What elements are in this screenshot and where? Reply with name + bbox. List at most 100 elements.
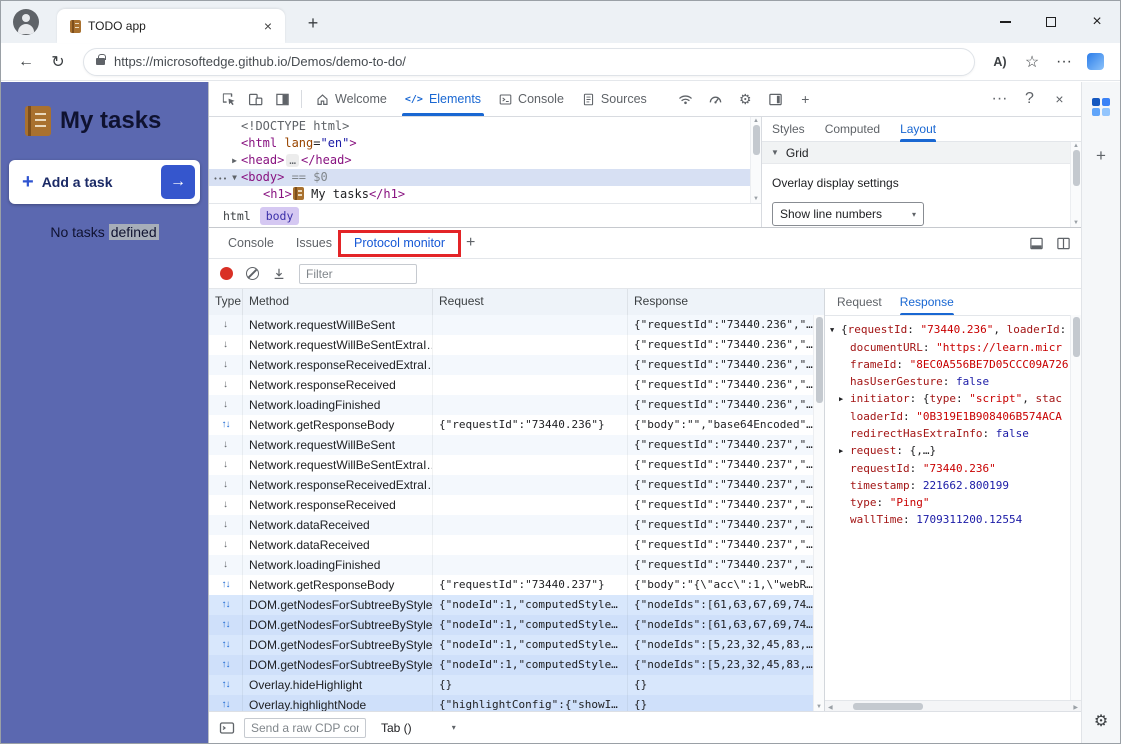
dom-tree-scrollbar[interactable]: ▲ ▼ bbox=[750, 117, 761, 203]
tab-elements[interactable]: </> Elements bbox=[396, 82, 490, 116]
close-devtools-icon[interactable]: × bbox=[1046, 86, 1073, 113]
scroll-down-icon[interactable]: ▼ bbox=[753, 196, 759, 202]
dom-tree-line[interactable]: <h1> My tasks</h1> bbox=[209, 186, 750, 203]
column-request[interactable]: Request bbox=[433, 289, 628, 315]
drawer-tab-protocol-monitor[interactable]: Protocol monitor bbox=[345, 228, 454, 258]
dock-drawer-icon[interactable] bbox=[1029, 236, 1044, 251]
table-row[interactable]: ↑↓DOM.getNodesForSubtreeByStyle{"nodeId"… bbox=[209, 635, 813, 655]
performance-gauge-icon[interactable] bbox=[702, 86, 729, 113]
scroll-up-icon[interactable]: ▲ bbox=[753, 118, 759, 124]
tab-welcome[interactable]: Welcome bbox=[307, 82, 396, 116]
scrollbar-thumb[interactable] bbox=[853, 703, 923, 710]
table-row[interactable]: ↓Network.dataReceived{"requestId":"73440… bbox=[209, 535, 813, 555]
cdp-command-input[interactable] bbox=[244, 718, 366, 738]
sidebar-apps-icon[interactable] bbox=[1092, 98, 1110, 116]
table-row[interactable]: ↑↓DOM.getNodesForSubtreeByStyle{"nodeId"… bbox=[209, 615, 813, 635]
device-toolbar-icon[interactable] bbox=[242, 86, 269, 113]
table-row[interactable]: ↓Network.responseReceived{"requestId":"7… bbox=[209, 495, 813, 515]
split-panel-icon[interactable] bbox=[1056, 236, 1071, 251]
tab-layout[interactable]: Layout bbox=[900, 117, 936, 142]
tab-styles[interactable]: Styles bbox=[772, 117, 805, 142]
save-icon[interactable] bbox=[272, 267, 286, 281]
minimize-button[interactable] bbox=[982, 1, 1028, 43]
scrollbar-thumb[interactable] bbox=[816, 317, 823, 403]
dom-tree-line[interactable]: <!DOCTYPE html> bbox=[209, 118, 750, 135]
drawer-tab-console[interactable]: Console bbox=[219, 228, 283, 258]
expand-arrow-icon[interactable]: ▶ bbox=[839, 443, 850, 460]
table-row[interactable]: ↓Network.responseReceivedExtraI…{"reques… bbox=[209, 475, 813, 495]
table-row[interactable]: ↓Network.requestWillBeSentExtraI…{"reque… bbox=[209, 335, 813, 355]
refresh-button[interactable]: ↻ bbox=[43, 47, 73, 77]
tab-request[interactable]: Request bbox=[837, 289, 882, 315]
help-icon[interactable]: ? bbox=[1016, 86, 1043, 113]
table-row[interactable]: ↓Network.loadingFinished{"requestId":"73… bbox=[209, 555, 813, 575]
read-aloud-icon[interactable]: A) bbox=[985, 47, 1015, 77]
scrollbar-thumb[interactable] bbox=[1073, 150, 1080, 186]
new-tab-button[interactable]: + bbox=[301, 11, 325, 35]
scroll-up-icon[interactable]: ▲ bbox=[1073, 143, 1079, 149]
line-numbers-dropdown[interactable]: Show line numbers ▾ bbox=[772, 202, 924, 226]
table-row[interactable]: ↑↓Network.getResponseBody{"requestId":"7… bbox=[209, 575, 813, 595]
scroll-right-icon[interactable]: ▶ bbox=[1073, 704, 1078, 711]
add-task-submit-button[interactable]: → bbox=[161, 165, 195, 199]
maximize-button[interactable] bbox=[1028, 1, 1074, 43]
column-method[interactable]: Method bbox=[243, 289, 433, 315]
inspect-icon[interactable] bbox=[215, 86, 242, 113]
detail-scrollbar[interactable] bbox=[1070, 315, 1081, 700]
table-row[interactable]: ↑↓Network.getResponseBody{"requestId":"7… bbox=[209, 415, 813, 435]
table-row[interactable]: ↑↓DOM.getNodesForSubtreeByStyle{"nodeId"… bbox=[209, 655, 813, 675]
dom-tree-line[interactable]: <html lang="en"> bbox=[209, 135, 750, 152]
favorites-star-icon[interactable]: ☆ bbox=[1017, 47, 1047, 77]
profile-avatar[interactable] bbox=[13, 9, 39, 35]
scroll-down-icon[interactable]: ▼ bbox=[1073, 220, 1079, 226]
scroll-down-icon[interactable]: ▼ bbox=[816, 704, 822, 710]
sidebar-toggle-icon[interactable] bbox=[1087, 53, 1104, 70]
table-row[interactable]: ↓Network.requestWillBeSent{"requestId":"… bbox=[209, 435, 813, 455]
tab-response[interactable]: Response bbox=[900, 289, 954, 315]
table-row[interactable]: ↓Network.requestWillBeSent{"requestId":"… bbox=[209, 315, 813, 335]
table-row[interactable]: ↓Network.responseReceivedExtraI…{"reques… bbox=[209, 355, 813, 375]
clear-icon[interactable] bbox=[246, 267, 259, 280]
table-row[interactable]: ↑↓Overlay.highlightNode{"highlightConfig… bbox=[209, 695, 813, 711]
dock-side-icon[interactable] bbox=[762, 86, 789, 113]
add-drawer-tab-icon[interactable]: + bbox=[466, 234, 475, 252]
add-task-form[interactable]: + Add a task → bbox=[9, 160, 200, 204]
more-menu-icon[interactable]: ··· bbox=[1049, 47, 1079, 77]
column-response[interactable]: Response bbox=[628, 289, 813, 315]
expand-arrow-icon[interactable]: ▼ bbox=[228, 169, 241, 186]
browser-tab[interactable]: TODO app × bbox=[57, 9, 285, 43]
sidebar-add-icon[interactable]: + bbox=[1096, 146, 1106, 166]
tab-sources[interactable]: Sources bbox=[573, 82, 656, 116]
record-button[interactable] bbox=[220, 267, 233, 280]
table-row[interactable]: ↑↓Overlay.hideHighlight{}{} bbox=[209, 675, 813, 695]
scroll-left-icon[interactable]: ◀ bbox=[828, 704, 833, 711]
back-button[interactable]: ← bbox=[11, 47, 41, 77]
tab-close-icon[interactable]: × bbox=[259, 17, 277, 35]
table-row[interactable]: ↑↓DOM.getNodesForSubtreeByStyle{"nodeId"… bbox=[209, 595, 813, 615]
breadcrumb-body[interactable]: body bbox=[260, 207, 300, 225]
dom-tree-line[interactable]: ▶<head>…</head> bbox=[209, 152, 750, 169]
dom-tree-line[interactable]: •••▼<body> == $0 bbox=[209, 169, 750, 186]
network-conditions-wifi-icon[interactable] bbox=[672, 86, 699, 113]
scrollbar-thumb[interactable] bbox=[1073, 317, 1080, 357]
styles-scrollbar[interactable]: ▲ ▼ bbox=[1070, 142, 1081, 227]
focus-page-icon[interactable] bbox=[269, 86, 296, 113]
expand-arrow-icon[interactable]: ▶ bbox=[839, 391, 850, 408]
expand-arrow-icon[interactable]: ▼ bbox=[830, 322, 841, 339]
more-tabs-plus-icon[interactable]: + bbox=[792, 86, 819, 113]
settings-gear-icon[interactable]: ⚙ bbox=[1094, 711, 1108, 731]
detail-horizontal-scrollbar[interactable]: ◀ ▶ bbox=[825, 700, 1081, 711]
scrollbar-thumb[interactable] bbox=[753, 125, 760, 155]
tab-console[interactable]: Console bbox=[490, 82, 573, 116]
table-scrollbar[interactable]: ▼ bbox=[813, 315, 824, 711]
table-row[interactable]: ↓Network.requestWillBeSentExtraI…{"reque… bbox=[209, 455, 813, 475]
filter-input[interactable] bbox=[299, 264, 417, 284]
table-row[interactable]: ↓Network.dataReceived{"requestId":"73440… bbox=[209, 515, 813, 535]
table-row[interactable]: ↓Network.responseReceived{"requestId":"7… bbox=[209, 375, 813, 395]
expand-arrow-icon[interactable]: ▶ bbox=[228, 152, 241, 169]
grid-section-header[interactable]: ▼ Grid bbox=[762, 142, 1081, 164]
target-selector[interactable]: Tab () ▾ bbox=[375, 719, 462, 737]
breadcrumb-html[interactable]: html bbox=[217, 207, 257, 225]
table-row[interactable]: ↓Network.loadingFinished{"requestId":"73… bbox=[209, 395, 813, 415]
settings-gear-icon[interactable]: ⚙ bbox=[732, 86, 759, 113]
